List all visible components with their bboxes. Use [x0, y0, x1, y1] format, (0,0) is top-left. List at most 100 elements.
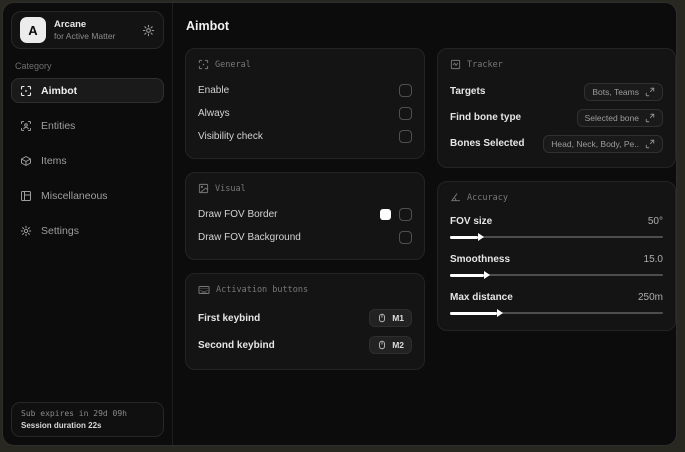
gear-icon[interactable] — [142, 24, 155, 37]
page-title: Aimbot — [186, 19, 230, 33]
accuracy-card-header: Accuracy — [450, 192, 663, 203]
setting-label: Bones Selected — [450, 138, 525, 149]
general-card-title: General — [215, 59, 251, 70]
app-name: Arcane — [54, 18, 87, 30]
sidebar-item-label: Items — [41, 154, 67, 167]
setting-row-always: Always — [198, 102, 412, 124]
cube-icon — [20, 155, 32, 167]
activation-buttons-card: Activation buttons First keybind M1 Seco… — [185, 273, 425, 370]
expand-icon — [645, 113, 655, 123]
setting-label: Find bone type — [450, 112, 522, 123]
always-checkbox[interactable] — [399, 106, 412, 120]
slider-group-smoothness: Smoothness 15.0 — [450, 250, 663, 279]
find-bone-type-dropdown[interactable]: Selected bone — [576, 108, 663, 127]
sidebar-item-items[interactable]: Items — [11, 148, 164, 173]
slider-value: 15.0 — [643, 253, 663, 265]
setting-label: Always — [198, 107, 230, 119]
setting-row-targets: Targets Bots, Teams — [450, 79, 663, 104]
fov-size-slider[interactable] — [450, 233, 663, 241]
dropdown-value: Head, Neck, Body, Pe.. — [551, 138, 639, 149]
keybind-value: M1 — [392, 313, 404, 323]
activation-card-header: Activation buttons — [198, 284, 412, 296]
visibility-check-checkbox[interactable] — [399, 129, 412, 143]
sidebar-nav: Aimbot Entities Items Miscellaneous Sett… — [11, 78, 164, 243]
general-card-header: General — [198, 59, 412, 70]
sidebar-item-aimbot[interactable]: Aimbot — [11, 78, 164, 103]
expand-icon — [645, 139, 655, 149]
mouse-icon — [377, 340, 387, 350]
setting-row-enable: Enable — [198, 79, 412, 101]
setting-row-first-keybind: First keybind M1 — [198, 305, 412, 331]
keybind-value: M2 — [392, 340, 404, 350]
crosshair-scan-icon — [20, 85, 32, 97]
subscription-info-card: Sub expires in 29d 09h Session duration … — [11, 402, 164, 437]
setting-label: Draw FOV Border — [198, 208, 278, 220]
app-logo-letter: A — [28, 22, 38, 38]
draw-fov-background-checkbox[interactable] — [399, 230, 412, 244]
slider-handle[interactable] — [484, 271, 491, 279]
sidebar-item-miscellaneous[interactable]: Miscellaneous — [11, 183, 164, 208]
angle-icon — [450, 192, 461, 203]
setting-row-find-bone-type: Find bone type Selected bone — [450, 105, 663, 130]
max-distance-slider[interactable] — [450, 309, 663, 317]
visual-card-title: Visual — [215, 183, 246, 194]
enable-checkbox[interactable] — [399, 83, 412, 97]
sidebar-item-label: Settings — [41, 224, 79, 237]
session-duration-text: Session duration 22s — [21, 421, 102, 430]
tracker-card-title: Tracker — [467, 59, 503, 70]
setting-label: Draw FOV Background — [198, 231, 301, 243]
category-label: Category — [15, 61, 52, 71]
bones-selected-dropdown[interactable]: Head, Neck, Body, Pe.. — [543, 134, 663, 153]
slider-group-max-distance: Max distance 250m — [450, 288, 663, 317]
setting-label: FOV size — [450, 215, 493, 227]
slider-value: 250m — [637, 291, 663, 303]
setting-label: Visibility check — [198, 130, 263, 142]
gear-icon — [20, 225, 32, 237]
slider-handle[interactable] — [477, 233, 484, 241]
draw-fov-border-checkbox[interactable] — [399, 207, 412, 221]
sidebar-item-settings[interactable]: Settings — [11, 218, 164, 243]
slider-fill — [450, 271, 491, 279]
setting-label: First keybind — [198, 312, 261, 324]
app-window: A Arcane for Active Matter Category Aimb… — [2, 2, 677, 446]
slider-group-fov-size: FOV size 50° — [450, 212, 663, 241]
keyboard-icon — [198, 284, 210, 296]
sidebar-item-label: Aimbot — [41, 84, 78, 97]
setting-row-second-keybind: Second keybind M2 — [198, 332, 412, 358]
setting-label: Second keybind — [198, 339, 275, 351]
general-card: General Enable Always Visibility check — [185, 48, 425, 159]
dropdown-value: Selected bone — [584, 112, 639, 123]
tracker-card-header: Tracker — [450, 59, 663, 70]
second-keybind-button[interactable]: M2 — [369, 336, 412, 354]
smoothness-slider[interactable] — [450, 271, 663, 279]
tracker-card: Tracker Targets Bots, Teams Find bone ty… — [437, 48, 676, 168]
setting-label: Smoothness — [450, 253, 511, 265]
dropdown-value: Bots, Teams — [592, 86, 639, 97]
mouse-icon — [377, 313, 387, 323]
setting-row-draw-fov-background: Draw FOV Background — [198, 226, 412, 248]
main-content: Aimbot General Enable Always Visibility … — [173, 3, 676, 445]
app-subtitle: for Active Matter — [54, 30, 116, 41]
crosshair-scan-icon — [198, 59, 209, 70]
expand-icon — [645, 87, 655, 97]
brand-text: Arcane for Active Matter — [54, 19, 115, 42]
sidebar-item-entities[interactable]: Entities — [11, 113, 164, 138]
panels-icon — [20, 190, 32, 202]
setting-row-draw-fov-border: Draw FOV Border — [198, 203, 412, 225]
sidebar-item-label: Miscellaneous — [41, 189, 108, 202]
sidebar: A Arcane for Active Matter Category Aimb… — [3, 3, 173, 445]
person-scan-icon — [20, 120, 32, 132]
setting-label: Max distance — [450, 291, 513, 303]
visual-card: Visual Draw FOV Border Draw FOV Backgrou… — [185, 172, 425, 260]
targets-dropdown[interactable]: Bots, Teams — [584, 82, 663, 101]
app-logo: A — [20, 17, 46, 43]
brand-card: A Arcane for Active Matter — [11, 11, 164, 49]
setting-row-visibility-check: Visibility check — [198, 125, 412, 147]
fov-border-color-swatch[interactable] — [380, 208, 391, 220]
setting-label: Targets — [450, 86, 486, 97]
slider-handle[interactable] — [496, 309, 503, 317]
accuracy-card: Accuracy FOV size 50° Smoothness 15.0 Ma… — [437, 181, 676, 331]
activity-icon — [450, 59, 461, 70]
first-keybind-button[interactable]: M1 — [369, 309, 412, 327]
visual-card-header: Visual — [198, 183, 412, 194]
